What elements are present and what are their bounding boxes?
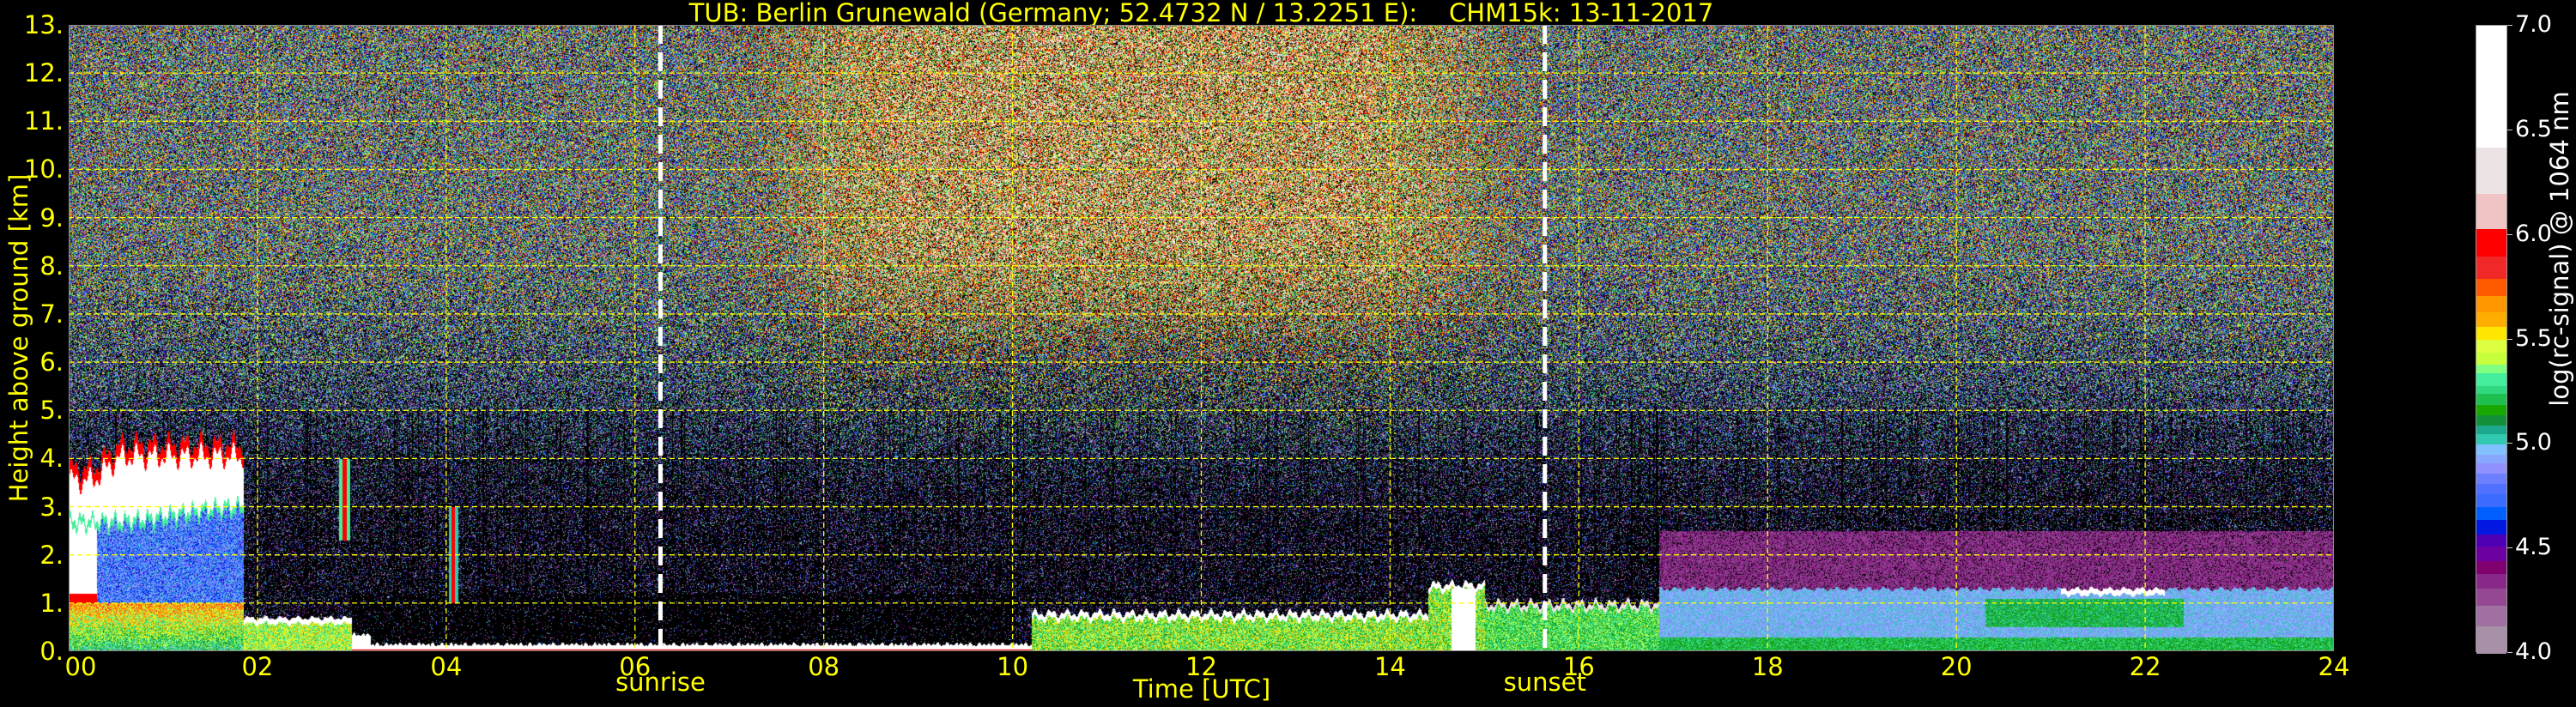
y-tick-label: 7. xyxy=(39,299,64,329)
colorbar-segment xyxy=(2476,519,2506,535)
colorbar-segment xyxy=(2476,352,2506,366)
colorbar-segment xyxy=(2476,326,2506,341)
colorbar-tick-mark xyxy=(2507,443,2512,444)
x-tick-label: 08 xyxy=(808,652,840,681)
colorbar-segment xyxy=(2476,147,2506,194)
colorbar-segment xyxy=(2476,546,2506,562)
sunrise-label: sunrise xyxy=(615,668,706,697)
x-tick-label: 24 xyxy=(2318,652,2350,681)
colorbar-tick-label: 4.0 xyxy=(2515,638,2552,665)
colorbar-segment xyxy=(2476,534,2506,547)
colorbar-segment xyxy=(2476,364,2506,374)
colorbar-segment xyxy=(2476,192,2506,229)
y-tick-label: 11. xyxy=(23,106,64,136)
y-tick-label: 9. xyxy=(39,202,64,233)
colorbar-tick-mark xyxy=(2507,338,2512,340)
chart-title: TUB: Berlin Grunewald (Germany; 52.4732 … xyxy=(688,0,1714,27)
colorbar-segment xyxy=(2476,573,2506,589)
colorbar-tick-label: 6.0 xyxy=(2515,220,2552,247)
colorbar-segment xyxy=(2476,414,2506,426)
x-tick-label: 04 xyxy=(430,652,463,681)
y-tick-label: 12. xyxy=(23,58,64,88)
colorbar-segment xyxy=(2476,604,2506,626)
colorbar-segment xyxy=(2476,372,2506,386)
colorbar-segment xyxy=(2476,404,2506,415)
colorbar-tick-label: 4.5 xyxy=(2515,534,2552,561)
colorbar-segment xyxy=(2476,588,2506,606)
y-tick-label: 0. xyxy=(39,637,64,666)
colorbar-tick-label: 7.0 xyxy=(2515,11,2552,38)
colorbar-segment xyxy=(2476,506,2506,520)
colorbar-segment xyxy=(2476,26,2506,148)
colorbar-segment xyxy=(2476,393,2506,405)
y-tick-label: 3. xyxy=(39,492,64,522)
grid-overlay xyxy=(69,25,2334,651)
x-tick-label: 14 xyxy=(1373,652,1406,681)
colorbar-tick-label: 6.5 xyxy=(2515,115,2552,142)
y-tick-label: 10. xyxy=(23,154,64,184)
colorbar-tick-mark xyxy=(2507,25,2512,26)
colorbar-segment xyxy=(2476,278,2506,296)
y-tick-label: 1. xyxy=(39,588,64,618)
y-tick-label: 5. xyxy=(39,396,64,426)
y-tick-label: 4. xyxy=(39,444,64,474)
colorbar-tick-mark xyxy=(2507,233,2512,235)
sunset-label: sunset xyxy=(1503,668,1586,697)
colorbar-segment xyxy=(2476,311,2506,328)
colorbar-segment xyxy=(2476,295,2506,313)
x-tick-label: 12 xyxy=(1185,652,1217,681)
colorbar-segment xyxy=(2476,433,2506,444)
colorbar-segment xyxy=(2476,560,2506,574)
colorbar-segment xyxy=(2476,625,2506,654)
colorbar-segment xyxy=(2476,425,2506,434)
y-tick-label: 13. xyxy=(23,10,64,39)
colorbar-tick-label: 5.0 xyxy=(2515,429,2552,456)
y-tick-label: 2. xyxy=(39,540,64,570)
colorbar-tick-mark xyxy=(2507,652,2512,653)
colorbar-segment xyxy=(2476,385,2506,395)
colorbar-segment xyxy=(2476,228,2506,257)
x-tick-label: 22 xyxy=(2129,652,2161,681)
y-tick-label: 8. xyxy=(39,251,64,281)
colorbar-segment xyxy=(2476,256,2506,280)
x-tick-label: 10 xyxy=(997,652,1029,681)
colorbar-segment xyxy=(2476,483,2506,495)
colorbar-segment xyxy=(2476,454,2506,463)
y-tick-label: 6. xyxy=(39,347,64,378)
colorbar-segment xyxy=(2476,473,2506,485)
plot-area xyxy=(69,25,2334,651)
colorbar-segment xyxy=(2476,444,2506,456)
colorbar-segment xyxy=(2476,493,2506,508)
colorbar xyxy=(2476,25,2507,654)
x-tick-label: 00 xyxy=(64,652,97,681)
x-tick-label: 02 xyxy=(241,652,274,681)
colorbar-segment xyxy=(2476,339,2506,353)
x-tick-label: 18 xyxy=(1751,652,1784,681)
colorbar-segment xyxy=(2476,462,2506,474)
x-tick-label: 20 xyxy=(1940,652,1973,681)
colorbar-tick-mark xyxy=(2507,547,2512,549)
colorbar-tick-label: 5.5 xyxy=(2515,324,2552,352)
